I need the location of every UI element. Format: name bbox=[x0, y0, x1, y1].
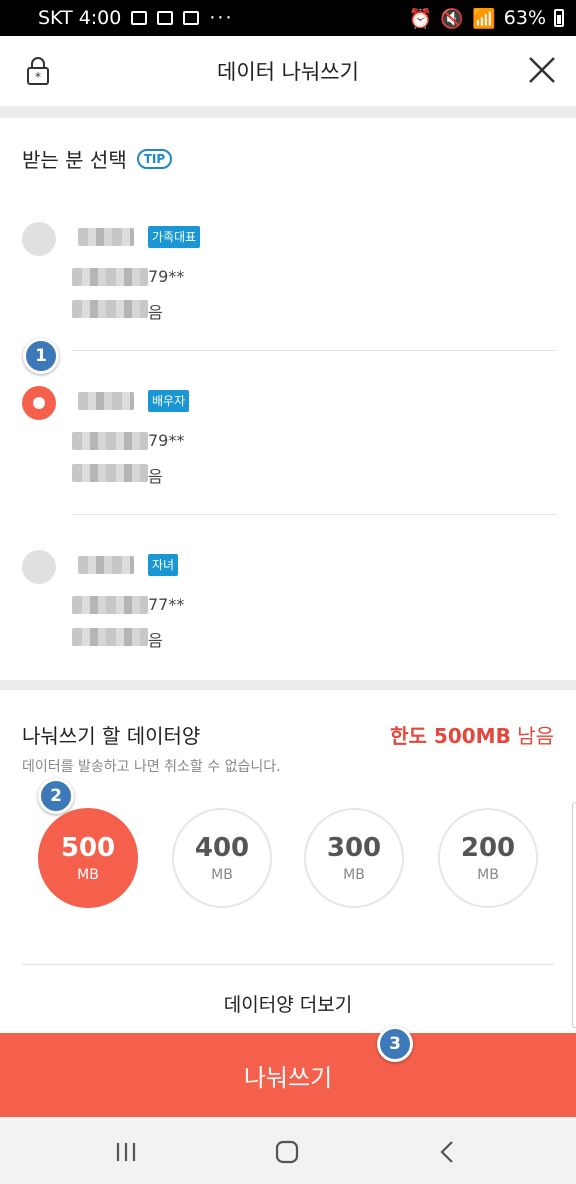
blurred-phone bbox=[72, 596, 148, 614]
amount-options: 500 MB 400 MB 300 MB 200 MB bbox=[38, 808, 538, 908]
usage-tail: 음 bbox=[148, 631, 163, 650]
mute-icon: 🔇 bbox=[440, 7, 465, 30]
blurred-name bbox=[78, 228, 134, 246]
amount-value: 400 bbox=[194, 833, 250, 863]
gallery-icon bbox=[131, 11, 148, 25]
wifi-icon: 📶 bbox=[472, 7, 496, 30]
battery-icon bbox=[554, 9, 564, 27]
member-item-family-head[interactable]: 가족대표 79** 음 bbox=[0, 214, 576, 364]
home-icon[interactable] bbox=[272, 1137, 302, 1167]
role-badge: 자녀 bbox=[148, 554, 179, 576]
member-radio[interactable] bbox=[22, 550, 56, 584]
system-nav-bar bbox=[0, 1117, 576, 1184]
amount-option-200[interactable]: 200 MB bbox=[438, 808, 538, 908]
back-icon[interactable] bbox=[433, 1137, 463, 1167]
share-button-label: 나눠쓰기 bbox=[243, 1063, 333, 1092]
limit-suffix: 남음 bbox=[510, 724, 554, 748]
usage-tail: 음 bbox=[148, 303, 163, 322]
recent-apps-icon[interactable] bbox=[111, 1137, 141, 1167]
amount-value: 500 bbox=[60, 833, 116, 863]
recipient-section-title: 받는 분 선택 TIP bbox=[22, 144, 173, 173]
role-badge: 배우자 bbox=[148, 390, 190, 412]
amount-value: 300 bbox=[326, 833, 382, 863]
app-notification-icon bbox=[157, 11, 174, 25]
blurred-name bbox=[78, 392, 134, 410]
member-divider bbox=[72, 350, 556, 351]
lock-icon[interactable]: * bbox=[26, 56, 50, 86]
scrollbar[interactable] bbox=[572, 802, 576, 1028]
phone-tail: 77** bbox=[148, 595, 185, 614]
member-radio[interactable] bbox=[22, 222, 56, 256]
amount-option-300[interactable]: 300 MB bbox=[304, 808, 404, 908]
carrier-time: SKT 4:00 bbox=[38, 7, 122, 29]
usage-tail: 음 bbox=[148, 467, 163, 486]
section-separator bbox=[0, 680, 576, 690]
amount-unit: MB bbox=[343, 867, 365, 883]
role-badge: 가족대표 bbox=[148, 226, 201, 248]
blurred-usage bbox=[72, 628, 148, 646]
data-amount-title: 나눠쓰기 할 데이터양 bbox=[22, 724, 201, 748]
amount-value: 200 bbox=[460, 833, 516, 863]
blurred-name bbox=[78, 556, 134, 574]
member-item-spouse[interactable]: 배우자 79** 음 bbox=[0, 378, 576, 528]
member-radio-selected[interactable] bbox=[22, 386, 56, 420]
step-marker-1: 1 bbox=[23, 338, 59, 374]
close-icon[interactable] bbox=[528, 56, 556, 84]
more-data-button[interactable]: 데이터양 더보기 bbox=[0, 990, 576, 1017]
youtube-icon bbox=[183, 11, 200, 25]
blurred-phone bbox=[72, 268, 148, 286]
limit-remaining: 한도 500MB 남음 bbox=[390, 720, 554, 749]
member-divider bbox=[72, 514, 556, 515]
cancel-notice: 데이터를 발송하고 나면 취소할 수 없습니다. bbox=[22, 759, 281, 775]
amount-option-400[interactable]: 400 MB bbox=[172, 808, 272, 908]
limit-amount: 한도 500MB bbox=[390, 724, 511, 748]
step-marker-3: 3 bbox=[377, 1026, 413, 1062]
amount-unit: MB bbox=[77, 867, 99, 883]
blurred-usage bbox=[72, 464, 148, 482]
member-item-child[interactable]: 자녀 77** 음 bbox=[0, 542, 576, 692]
amount-unit: MB bbox=[211, 867, 233, 883]
share-button[interactable]: 나눠쓰기 bbox=[0, 1033, 576, 1117]
svg-text:*: * bbox=[35, 70, 41, 84]
more-notifications-icon: ··· bbox=[209, 7, 234, 29]
phone-tail: 79** bbox=[148, 431, 185, 450]
phone-tail: 79** bbox=[148, 267, 185, 286]
amount-divider bbox=[22, 964, 554, 965]
status-bar: SKT 4:00 ··· ⏰ 🔇 📶 63% bbox=[0, 0, 576, 36]
blurred-phone bbox=[72, 432, 148, 450]
amount-unit: MB bbox=[477, 867, 499, 883]
alarm-icon: ⏰ bbox=[408, 7, 433, 30]
header: * 데이터 나눠쓰기 bbox=[0, 36, 576, 106]
battery-percent: 63% bbox=[503, 7, 546, 29]
section-separator bbox=[0, 106, 576, 118]
amount-option-500[interactable]: 500 MB bbox=[38, 808, 138, 908]
recipient-title: 받는 분 선택 bbox=[22, 148, 127, 172]
blurred-usage bbox=[72, 300, 148, 318]
tip-button[interactable]: TIP bbox=[136, 148, 173, 169]
page-title: 데이터 나눠쓰기 bbox=[217, 60, 359, 84]
